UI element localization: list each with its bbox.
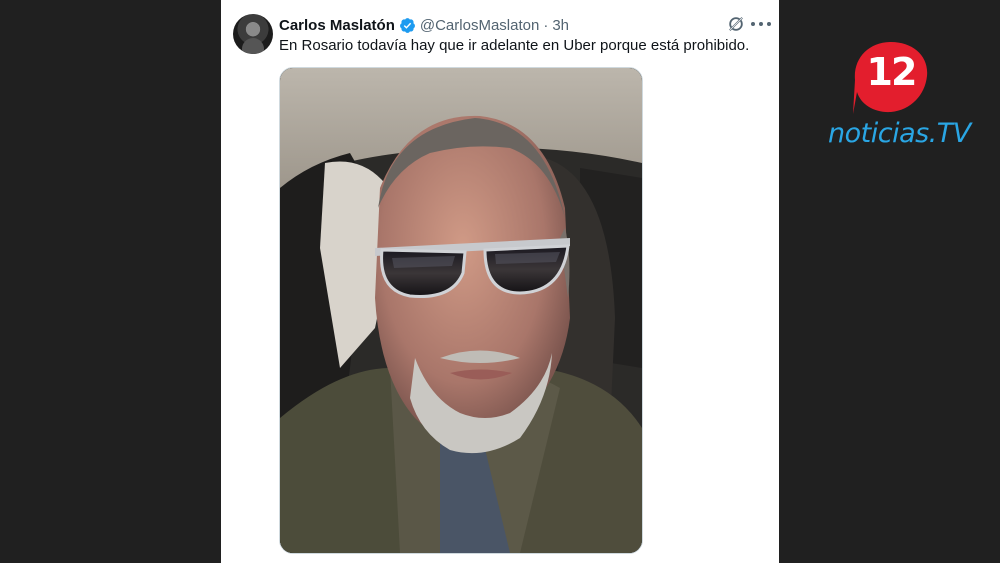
user-handle[interactable]: @CarlosMaslaton — [420, 17, 539, 34]
broadcaster-logo: 12 noticias.TV — [826, 40, 971, 155]
tweet-header: Carlos Maslatón @CarlosMaslaton · 3h — [279, 15, 569, 35]
tweet-card: Carlos Maslatón @CarlosMaslaton · 3h En … — [221, 0, 779, 563]
logo-number: 12 — [866, 50, 918, 94]
more-options-icon[interactable] — [751, 15, 771, 33]
verified-badge-icon — [399, 17, 415, 33]
tweet-timestamp[interactable]: 3h — [552, 17, 569, 34]
tweet-photo[interactable] — [279, 67, 643, 554]
selfie-photo — [280, 68, 642, 553]
avatar[interactable] — [233, 14, 273, 54]
logo-wordmark: noticias.TV — [828, 118, 971, 149]
display-name[interactable]: Carlos Maslatón — [279, 17, 395, 34]
grok-icon[interactable] — [727, 15, 745, 33]
separator-dot: · — [543, 16, 549, 34]
tweet-text: En Rosario todavía hay que ir adelante e… — [279, 37, 750, 54]
